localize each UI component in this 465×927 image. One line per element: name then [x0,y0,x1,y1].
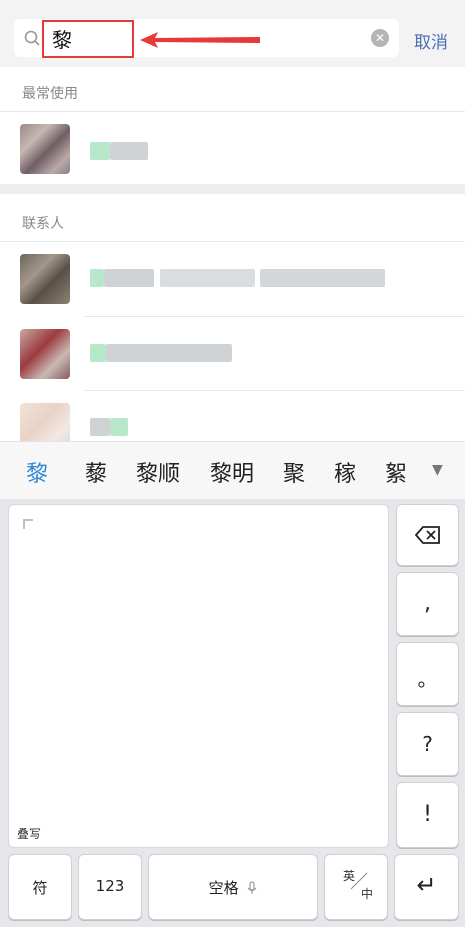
list-item[interactable] [0,392,465,441]
blurred-text [90,269,104,287]
cancel-button[interactable]: 取消 [414,28,448,53]
avatar [20,403,70,441]
list-item[interactable] [0,113,465,183]
backspace-button[interactable] [396,504,459,566]
blurred-text [90,418,110,436]
handwriting-area[interactable]: 叠写 [8,504,389,848]
symbols-key[interactable]: 符 [8,854,72,920]
annotation-arrow [140,32,260,48]
resize-corner-icon [23,519,33,529]
blurred-name [90,142,110,160]
numbers-key[interactable]: 123 [78,854,142,920]
period-key[interactable]: 。 [396,642,459,706]
section-gap [0,184,465,194]
blurred-text [90,344,106,362]
enter-icon: ↵ [416,871,437,899]
exclaim-key[interactable]: ! [396,782,459,848]
comma-key[interactable]: , [396,572,459,636]
space-label: 空格 [208,879,239,897]
enter-key[interactable]: ↵ [394,854,459,920]
avatar [20,254,70,304]
blurred-text [106,344,232,362]
candidate-7[interactable]: 絮 [385,456,407,488]
blurred-text [260,269,385,287]
recent-section-title: 最常使用 [22,86,78,102]
blurred-text [104,269,154,287]
question-key[interactable]: ? [396,712,459,776]
candidate-3[interactable]: 黎顺 [136,456,180,488]
candidate-4[interactable]: 黎明 [210,456,254,488]
search-icon [24,30,40,46]
divider [84,390,465,391]
blurred-text [110,418,128,436]
slash-divider [350,872,368,890]
language-switch-key[interactable]: 英 中 [324,854,388,920]
contacts-section-title: 联系人 [22,216,64,232]
blurred-name [110,142,148,160]
candidate-2[interactable]: 藜 [85,456,107,488]
divider [84,316,465,317]
divider [0,111,465,112]
candidate-bar: 黎 藜 黎顺 黎明 聚 稼 絮 ▼ [0,441,465,499]
candidate-6[interactable]: 稼 [334,456,356,488]
space-key[interactable]: 空格 [148,854,318,920]
microphone-icon [247,881,257,894]
comma-label: , [424,591,431,616]
candidate-5[interactable]: 聚 [283,456,305,488]
symbols-label: 符 [32,879,48,897]
avatar [20,329,70,379]
keyboard: 叠写 , 。 ? ! 符 123 空格 英 中 ↵ [0,499,465,927]
question-label: ? [422,732,433,756]
numbers-label: 123 [95,877,125,895]
expand-candidates-icon[interactable]: ▼ [432,462,443,478]
list-item[interactable] [0,243,465,313]
list-item[interactable] [0,318,465,388]
avatar [20,124,70,174]
exclaim-label: ! [423,802,432,827]
clear-icon[interactable]: ✕ [371,29,389,47]
period-label: 。 [417,667,438,691]
blurred-text [160,269,255,287]
space-label-wrap: 空格 [149,877,317,898]
handwriting-mode-label: 叠写 [17,827,42,841]
divider [0,241,465,242]
backspace-icon [414,526,440,544]
annotation-box [42,20,134,58]
status-bar [0,0,465,12]
candidate-1[interactable]: 黎 [26,456,48,488]
